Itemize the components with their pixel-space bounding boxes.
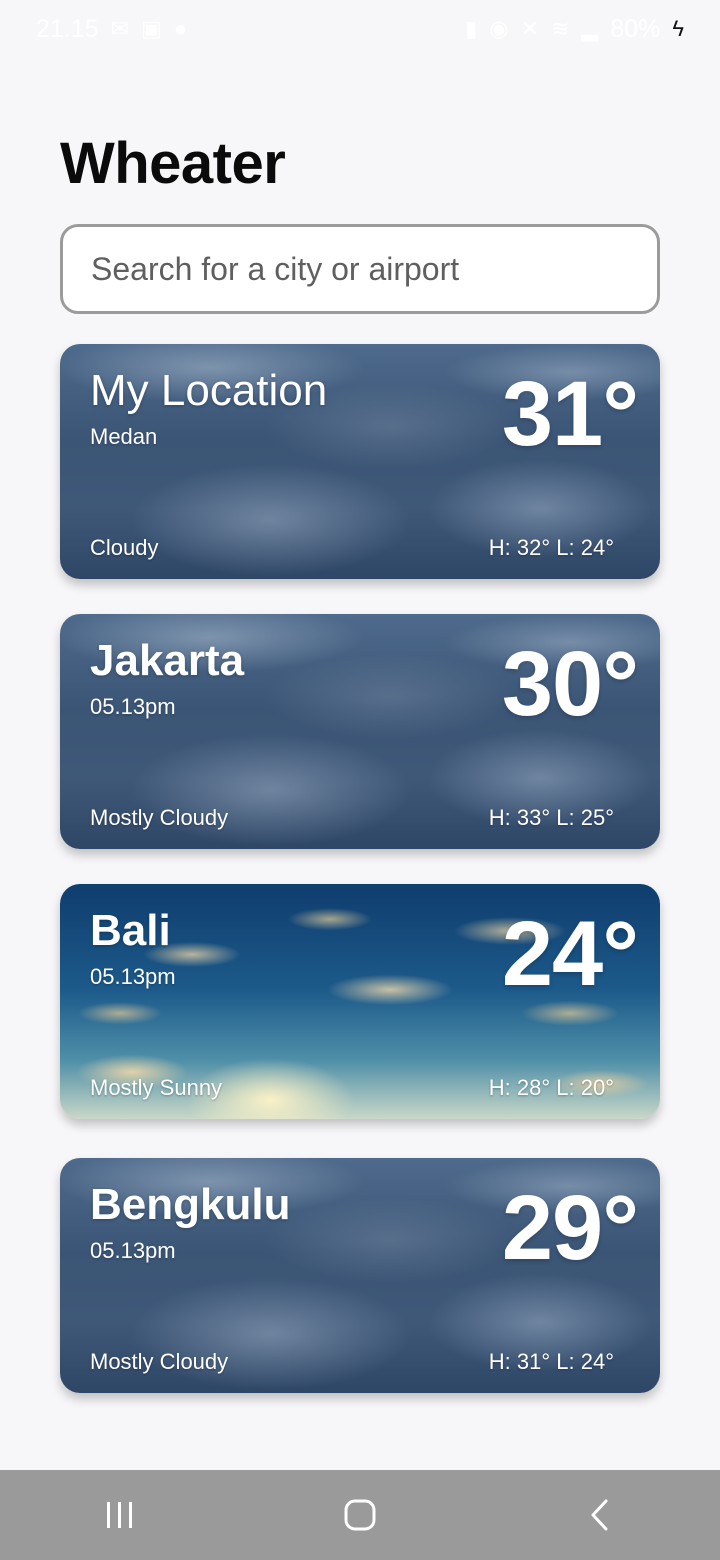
card-city: My Location (90, 366, 328, 415)
card-subtitle: 05.13pm (90, 1238, 176, 1263)
search-input[interactable] (91, 250, 629, 288)
card-city: Jakarta (90, 636, 245, 685)
page-title: Wheater (60, 131, 286, 196)
card-condition: Mostly Cloudy (90, 1349, 229, 1374)
back-icon (591, 1499, 608, 1531)
card-subtitle: Medan (90, 424, 158, 449)
signal-icon: ▂ (581, 16, 599, 41)
card-high-low: H: 32° L: 24° (488, 535, 614, 560)
card-high-low: H: 31° L: 24° (488, 1349, 614, 1374)
search-box[interactable] (60, 224, 660, 314)
card-temperature: 31° (501, 363, 639, 465)
weather-card-jakarta[interactable]: Jakarta 05.13pm 30° Mostly Cloudy H: 33°… (60, 614, 660, 849)
system-nav-bar (0, 1470, 720, 1560)
mute-icon: ✕ (520, 16, 539, 41)
card-condition: Mostly Sunny (90, 1075, 223, 1100)
card-temperature: 30° (501, 633, 639, 735)
card-high-low: H: 28° L: 20° (488, 1075, 614, 1100)
card-city: Bali (90, 906, 171, 955)
alarm-icon: ◉ (489, 16, 509, 41)
back-button[interactable] (540, 1470, 660, 1560)
message-icon: ▣ (141, 16, 162, 41)
card-condition: Mostly Cloudy (90, 805, 229, 830)
home-button[interactable] (300, 1470, 420, 1560)
battery-percent: 80% (610, 14, 661, 43)
recent-apps-icon (107, 1502, 132, 1528)
card-high-low: H: 33° L: 25° (488, 805, 614, 830)
charging-icon: ϟ (672, 16, 684, 41)
mail-icon: ✉ (110, 16, 129, 41)
weather-card-bengkulu[interactable]: Bengkulu 05.13pm 29° Mostly Cloudy H: 31… (60, 1158, 660, 1393)
lock-icon: ▮ (465, 16, 478, 41)
home-icon (344, 1499, 376, 1531)
card-subtitle: 05.13pm (90, 694, 176, 719)
card-city: Bengkulu (90, 1180, 291, 1229)
wifi-icon: ≋ (550, 16, 570, 41)
weather-card-my-location[interactable]: My Location Medan 31° Cloudy H: 32° L: 2… (60, 344, 660, 579)
recent-apps-button[interactable] (60, 1470, 180, 1560)
card-temperature: 29° (501, 1177, 639, 1279)
status-right: ▮ ◉ ✕ ≋ ▂ 80% ϟ (465, 15, 684, 44)
notification-icon: ● (173, 16, 188, 41)
card-condition: Cloudy (90, 535, 159, 560)
status-time: 21.15 (36, 14, 99, 43)
card-temperature: 24° (501, 903, 639, 1005)
card-subtitle: 05.13pm (90, 964, 176, 989)
status-bar: 21.15 ✉ ▣ ● ▮ ◉ ✕ ≋ ▂ 80% ϟ (0, 0, 720, 58)
weather-card-bali[interactable]: Bali 05.13pm 24° Mostly Sunny H: 28° L: … (60, 884, 660, 1119)
status-left: 21.15 ✉ ▣ ● (36, 15, 187, 44)
